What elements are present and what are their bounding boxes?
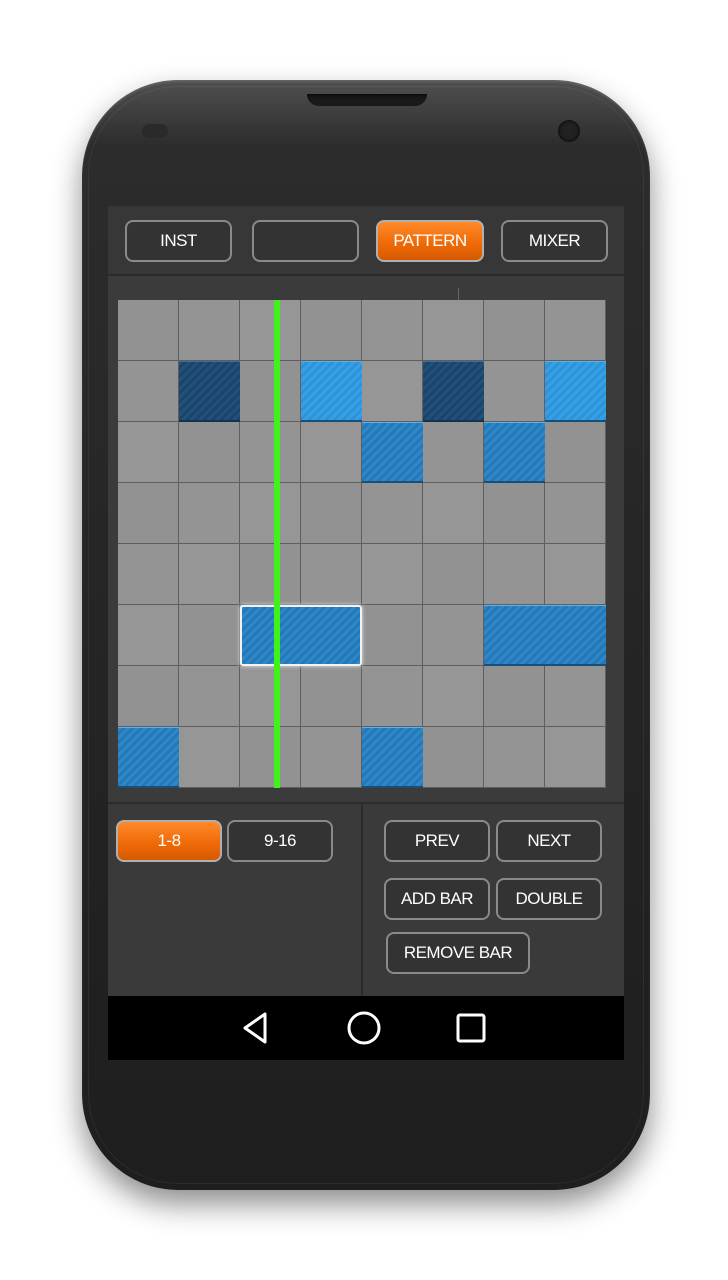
grid-cell[interactable] — [240, 727, 301, 788]
grid-cell[interactable] — [240, 361, 301, 422]
speaker-grille — [307, 94, 427, 106]
grid-cell[interactable] — [118, 483, 179, 544]
double-button[interactable]: DOUBLE — [496, 878, 602, 920]
grid-cell[interactable] — [362, 361, 423, 422]
grid-cell[interactable] — [179, 605, 240, 666]
remove-bar-button[interactable]: REMOVE BAR — [386, 932, 530, 974]
grid-cell[interactable] — [423, 300, 484, 361]
grid-cell[interactable] — [484, 300, 545, 361]
note-block[interactable] — [118, 727, 179, 788]
grid-cell[interactable] — [179, 666, 240, 727]
grid-cell[interactable] — [423, 666, 484, 727]
grid-cell[interactable] — [423, 727, 484, 788]
playhead-line — [273, 300, 280, 788]
grid-cell[interactable] — [118, 666, 179, 727]
grid-cell[interactable] — [179, 483, 240, 544]
grid-cell[interactable] — [118, 361, 179, 422]
grid-cell[interactable] — [118, 544, 179, 605]
home-icon[interactable] — [346, 1010, 382, 1046]
grid-cell[interactable] — [301, 666, 362, 727]
proximity-sensor — [142, 124, 168, 138]
grid-cell[interactable] — [240, 483, 301, 544]
selected-note-block[interactable] — [240, 605, 362, 666]
note-block[interactable] — [301, 361, 362, 422]
app-screen: INST PATTERN MIXER 1-8 9-16 PREV NEXT AD… — [108, 206, 624, 1060]
front-camera — [558, 120, 580, 142]
top-tab-bar: INST PATTERN MIXER — [108, 206, 624, 276]
grid-cell[interactable] — [240, 666, 301, 727]
note-block[interactable] — [484, 605, 606, 666]
grid-cell[interactable] — [545, 727, 606, 788]
recents-icon[interactable] — [453, 1010, 489, 1046]
tab-mixer[interactable]: MIXER — [501, 220, 608, 262]
note-block[interactable] — [179, 361, 240, 422]
tab-pattern[interactable]: PATTERN — [376, 220, 484, 262]
grid-cell[interactable] — [423, 605, 484, 666]
range-9-16-button[interactable]: 9-16 — [227, 820, 333, 862]
grid-cell[interactable] — [118, 422, 179, 483]
step-grid[interactable] — [118, 288, 606, 788]
grid-cell[interactable] — [240, 300, 301, 361]
note-block[interactable] — [362, 727, 423, 788]
back-icon[interactable] — [238, 1010, 274, 1046]
add-bar-button[interactable]: ADD BAR — [384, 878, 490, 920]
grid-cell[interactable] — [301, 727, 362, 788]
grid-cell[interactable] — [423, 483, 484, 544]
prev-button[interactable]: PREV — [384, 820, 490, 862]
grid-cell[interactable] — [545, 483, 606, 544]
grid-cell[interactable] — [484, 483, 545, 544]
note-block[interactable] — [362, 422, 423, 483]
grid-cell[interactable] — [362, 544, 423, 605]
grid-cell[interactable] — [362, 483, 423, 544]
note-block[interactable] — [484, 422, 545, 483]
grid-cell[interactable] — [179, 727, 240, 788]
range-1-8-button[interactable]: 1-8 — [116, 820, 222, 862]
tab-blank[interactable] — [252, 220, 359, 262]
grid-cell[interactable] — [301, 422, 362, 483]
tab-inst[interactable]: INST — [125, 220, 232, 262]
grid-cell[interactable] — [423, 422, 484, 483]
android-nav-bar — [108, 996, 624, 1060]
grid-cell[interactable] — [362, 300, 423, 361]
grid-cell[interactable] — [301, 300, 362, 361]
grid-cell[interactable] — [545, 544, 606, 605]
grid-cell[interactable] — [423, 544, 484, 605]
grid-cell[interactable] — [240, 544, 301, 605]
grid-cell[interactable] — [179, 300, 240, 361]
grid-cell[interactable] — [301, 483, 362, 544]
grid-cell[interactable] — [362, 605, 423, 666]
grid-cell[interactable] — [118, 605, 179, 666]
grid-cell[interactable] — [484, 544, 545, 605]
grid-cell[interactable] — [545, 300, 606, 361]
grid-cell[interactable] — [118, 300, 179, 361]
panel-divider — [361, 804, 363, 998]
grid-cell[interactable] — [545, 422, 606, 483]
grid-cell[interactable] — [179, 544, 240, 605]
note-block[interactable] — [545, 361, 606, 422]
grid-cell[interactable] — [179, 422, 240, 483]
bottom-controls: 1-8 9-16 PREV NEXT ADD BAR DOUBLE REMOVE… — [108, 802, 624, 998]
grid-cell[interactable] — [362, 666, 423, 727]
grid-cell[interactable] — [484, 666, 545, 727]
next-button[interactable]: NEXT — [496, 820, 602, 862]
grid-cell[interactable] — [484, 361, 545, 422]
grid-cell[interactable] — [301, 544, 362, 605]
note-block[interactable] — [423, 361, 484, 422]
pattern-editor — [108, 276, 624, 802]
grid-cell[interactable] — [484, 727, 545, 788]
grid-cell[interactable] — [545, 666, 606, 727]
grid-cell[interactable] — [240, 422, 301, 483]
